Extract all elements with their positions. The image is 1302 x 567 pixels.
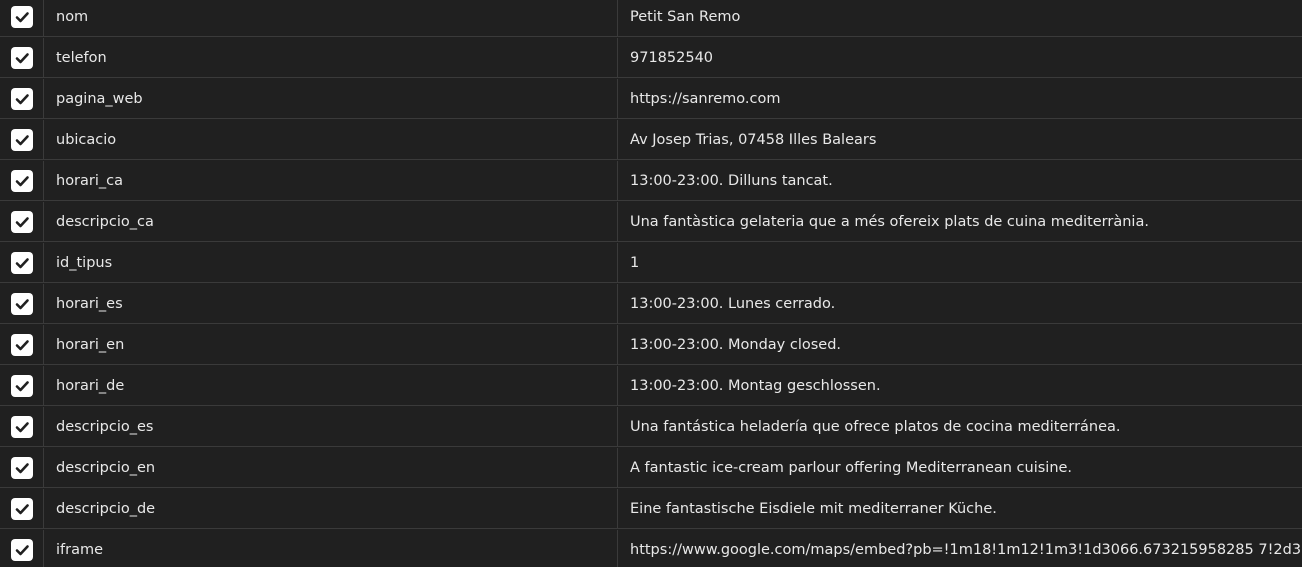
checkbox-checked-icon[interactable] [10, 211, 33, 233]
table-row: telefon 971852540 [0, 38, 1302, 78]
table-row: nom Petit San Remo [0, 0, 1302, 37]
table-row: ubicacio Av Josep Trias, 07458 Illes Bal… [0, 120, 1302, 160]
field-name: nom [44, 0, 618, 37]
field-name: ubicacio [44, 120, 618, 160]
table-row: horari_ca 13:00-23:00. Dilluns tancat. [0, 161, 1302, 201]
checkbox-checked-icon[interactable] [10, 88, 33, 110]
field-name: descripcio_en [44, 448, 618, 488]
table-row: horari_de 13:00-23:00. Montag geschlosse… [0, 366, 1302, 406]
checkbox-checked-icon[interactable] [10, 375, 33, 397]
field-name: horari_es [44, 284, 618, 324]
field-value: 13:00-23:00. Monday closed. [630, 337, 842, 353]
row-checkbox-cell [0, 243, 44, 283]
row-checkbox-cell [0, 284, 44, 324]
field-table: nom Petit San Remo telefon 971852540 pag… [0, 0, 1302, 567]
field-name: descripcio_de [44, 489, 618, 529]
table-row: descripcio_en A fantastic ice-cream parl… [0, 448, 1302, 488]
field-name: pagina_web [44, 79, 618, 119]
table-row: descripcio_es Una fantástica heladería q… [0, 407, 1302, 447]
table-row: pagina_web https://sanremo.com [0, 79, 1302, 119]
field-value: Eine fantastische Eisdiele mit mediterra… [630, 501, 997, 517]
field-name: horari_en [44, 325, 618, 365]
row-checkbox-cell [0, 366, 44, 406]
checkbox-checked-icon[interactable] [10, 498, 33, 520]
checkbox-checked-icon[interactable] [10, 457, 33, 479]
checkbox-checked-icon[interactable] [10, 6, 33, 28]
field-name: descripcio_ca [44, 202, 618, 242]
row-checkbox-cell [0, 202, 44, 242]
field-name: descripcio_es [44, 407, 618, 447]
field-name: horari_ca [44, 161, 618, 201]
checkbox-checked-icon[interactable] [10, 129, 33, 151]
field-value: Av Josep Trias, 07458 Illes Balears [630, 132, 877, 148]
field-value: Una fantàstica gelateria que a més ofere… [630, 214, 1149, 230]
field-value: 13:00-23:00. Dilluns tancat. [630, 173, 833, 189]
field-value: A fantastic ice-cream parlour offering M… [630, 460, 1073, 476]
row-checkbox-cell [0, 0, 44, 37]
row-checkbox-cell [0, 489, 44, 529]
field-value: 1 [630, 255, 640, 271]
checkbox-checked-icon[interactable] [10, 170, 33, 192]
table-row: horari_es 13:00-23:00. Lunes cerrado. [0, 284, 1302, 324]
table-row: iframe https://www.google.com/maps/embed… [0, 530, 1302, 567]
field-name: iframe [44, 530, 618, 567]
table-row: descripcio_ca Una fantàstica gelateria q… [0, 202, 1302, 242]
field-value: https://www.google.com/maps/embed?pb=!1m… [630, 542, 1302, 558]
row-checkbox-cell [0, 325, 44, 365]
field-value: 13:00-23:00. Montag geschlossen. [630, 378, 881, 394]
row-checkbox-cell [0, 38, 44, 78]
row-checkbox-cell [0, 407, 44, 447]
table-row: id_tipus 1 [0, 243, 1302, 283]
checkbox-checked-icon[interactable] [10, 293, 33, 315]
field-name: horari_de [44, 366, 618, 406]
row-checkbox-cell [0, 161, 44, 201]
checkbox-checked-icon[interactable] [10, 47, 33, 69]
table-row: descripcio_de Eine fantastische Eisdiele… [0, 489, 1302, 529]
field-value: Petit San Remo [630, 9, 741, 25]
field-value: 971852540 [630, 50, 714, 66]
field-value: https://sanremo.com [630, 91, 781, 107]
row-checkbox-cell [0, 79, 44, 119]
field-value: 13:00-23:00. Lunes cerrado. [630, 296, 836, 312]
checkbox-checked-icon[interactable] [10, 252, 33, 274]
table-row: horari_en 13:00-23:00. Monday closed. [0, 325, 1302, 365]
checkbox-checked-icon[interactable] [10, 334, 33, 356]
row-checkbox-cell [0, 530, 44, 567]
field-value: Una fantástica heladería que ofrece plat… [630, 419, 1121, 435]
field-name: telefon [44, 38, 618, 78]
field-name: id_tipus [44, 243, 618, 283]
row-checkbox-cell [0, 448, 44, 488]
checkbox-checked-icon[interactable] [10, 539, 33, 561]
checkbox-checked-icon[interactable] [10, 416, 33, 438]
row-checkbox-cell [0, 120, 44, 160]
